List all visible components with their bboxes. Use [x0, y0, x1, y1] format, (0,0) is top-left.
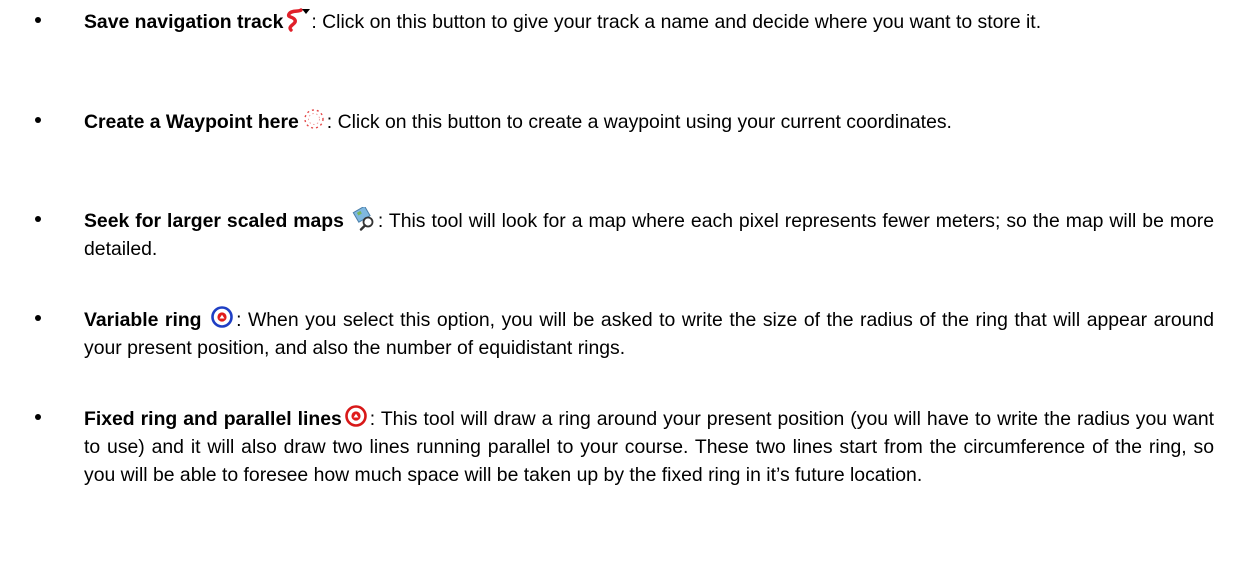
- bullet: [35, 414, 41, 420]
- item-term: Create a Waypoint here: [84, 111, 299, 133]
- item-term: Fixed ring and parallel lines: [84, 408, 342, 430]
- bullet: [35, 216, 41, 222]
- item-text: Create a Waypoint here : Click on this b…: [84, 108, 1214, 136]
- item-term: Save navigation track: [84, 11, 284, 33]
- item-text: Fixed ring and parallel lines : This too…: [84, 405, 1214, 489]
- item-text: Save navigation track : Click on this bu…: [84, 8, 1214, 36]
- bullet: [35, 315, 41, 321]
- document-page: Save navigation track : Click on this bu…: [0, 0, 1255, 584]
- waypoint-icon: [301, 108, 327, 132]
- variable-ring-icon: [210, 306, 236, 330]
- map-search-icon: [352, 207, 378, 231]
- save-track-icon: [285, 8, 311, 32]
- item-term: Variable ring: [84, 309, 202, 331]
- bullet: [35, 117, 41, 123]
- fixed-ring-icon: [344, 405, 370, 429]
- item-text: Variable ring : When you select this opt…: [84, 306, 1214, 362]
- bullet: [35, 17, 41, 23]
- item-description: : Click on this button to give your trac…: [311, 11, 1042, 33]
- item-text: Seek for larger scaled maps : This tool …: [84, 207, 1214, 263]
- item-description: : When you select this option, you will …: [84, 309, 1214, 359]
- item-term: Seek for larger scaled maps: [84, 210, 344, 232]
- item-description: : Click on this button to create a waypo…: [326, 111, 952, 133]
